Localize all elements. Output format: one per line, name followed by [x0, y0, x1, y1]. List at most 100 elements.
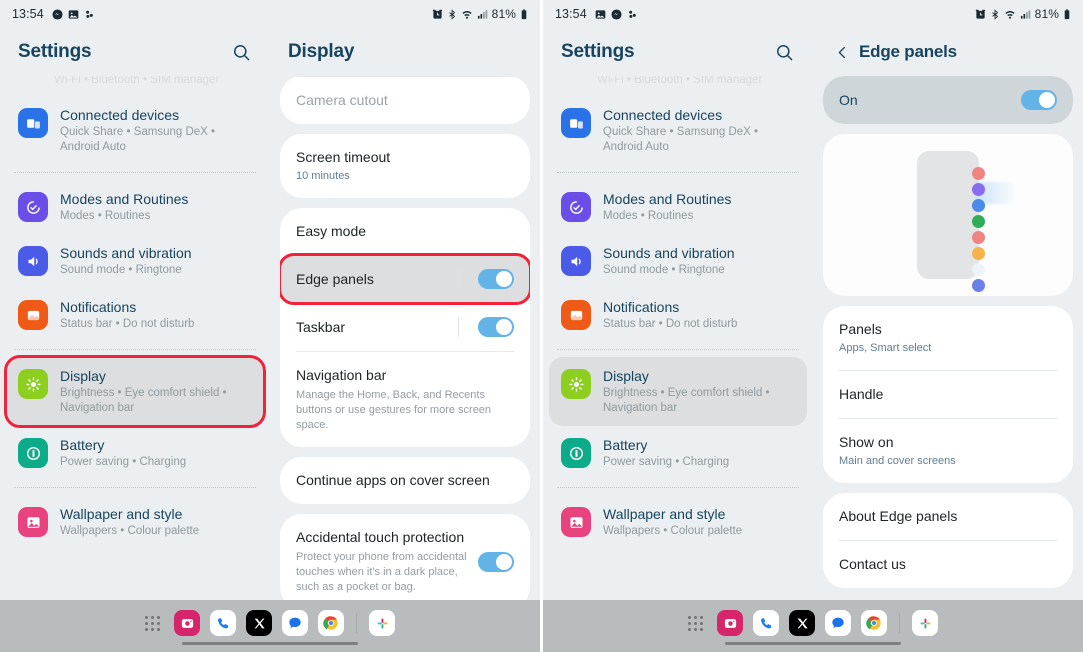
display-icon: [561, 369, 591, 399]
gesture-bar[interactable]: [725, 641, 901, 645]
list-item-screen-timeout[interactable]: Screen timeout 10 minutes: [280, 134, 530, 198]
sidebar-item-text: Display Brightness • Eye comfort shield …: [60, 367, 250, 416]
edge-panel-dots: [972, 167, 985, 292]
alarm-icon: [975, 9, 986, 20]
display-list[interactable]: Camera cutout Screen timeout 10 minutes: [270, 76, 540, 600]
sidebar-item-modes-and-routines[interactable]: Modes and Routines Modes • Routines: [549, 180, 807, 234]
phone-icon[interactable]: [753, 610, 779, 636]
edge-panel-illustration: [917, 151, 1015, 292]
sidebar-item-modes-and-routines[interactable]: Modes and Routines Modes • Routines: [6, 180, 264, 234]
wifi-icon: [1004, 9, 1016, 20]
edge-panels-list[interactable]: Panels Apps, Smart select Handle Show on…: [813, 306, 1083, 588]
list-item-edge-panels[interactable]: Edge panels: [280, 253, 530, 305]
sidebar-item-battery[interactable]: Battery Power saving • Charging: [6, 426, 264, 480]
sidebar-item-text: Notifications Status bar • Do not distur…: [603, 298, 737, 332]
chrome-icon[interactable]: [318, 610, 344, 636]
chrome-icon[interactable]: [861, 610, 887, 636]
divider: [14, 172, 256, 173]
left-panes: Settings Wi-Fi • Bluetooth • SIM manager…: [0, 28, 540, 600]
faded-row-text: Wi-Fi • Bluetooth • SIM manager: [597, 76, 763, 86]
sidebar-item-connected-devices[interactable]: Connected devices Quick Share • Samsung …: [6, 96, 264, 165]
list-item-navigation-bar[interactable]: Navigation bar Manage the Home, Back, an…: [280, 352, 530, 447]
app-grid-icon[interactable]: [688, 615, 703, 631]
instagram-icon[interactable]: [174, 610, 200, 636]
sidebar-item-display[interactable]: Display Brightness • Eye comfort shield …: [4, 355, 266, 428]
item-text: Handle: [839, 385, 1057, 404]
connected-devices-icon: [561, 108, 591, 138]
list-item-easy-mode[interactable]: Easy mode: [280, 208, 530, 255]
dock-apps: [145, 610, 395, 636]
master-switch-label: On: [839, 92, 858, 108]
search-icon[interactable]: [228, 39, 254, 65]
list-item-show-on[interactable]: Show on Main and cover screens: [823, 419, 1073, 483]
x-icon[interactable]: [246, 610, 272, 636]
app-grid-icon[interactable]: [145, 615, 160, 631]
settings-header: Settings: [543, 28, 813, 76]
sidebar-item-text: Battery Power saving • Charging: [603, 436, 729, 470]
taskbar-toggle[interactable]: [478, 317, 514, 337]
edge-panels-master-toggle[interactable]: [1021, 90, 1057, 110]
list-item-continue-apps-on-cover-screen[interactable]: Continue apps on cover screen: [280, 457, 530, 504]
list-item-contact-us[interactable]: Contact us: [823, 541, 1073, 588]
list-item-handle[interactable]: Handle: [823, 371, 1073, 418]
card-accidental-touch: Accidental touch protection Protect your…: [280, 514, 530, 600]
sidebar-item-subtitle: Status bar • Do not disturb: [60, 318, 195, 330]
messages-icon[interactable]: [282, 610, 308, 636]
messenger-icon: [611, 8, 622, 20]
item-text: Taskbar: [296, 318, 448, 337]
phone-icon[interactable]: [210, 610, 236, 636]
status-bar-right-icons: 81%: [975, 7, 1071, 21]
signal-icon: [477, 9, 488, 20]
item-value: Main and cover screens: [839, 455, 956, 467]
slack-icon[interactable]: [369, 610, 395, 636]
sidebar-item-wallpaper-and-style[interactable]: Wallpaper and style Wallpapers • Colour …: [549, 495, 807, 549]
toggle-separator: [458, 269, 459, 289]
sidebar-item-text: Connected devices Quick Share • Samsung …: [603, 106, 793, 155]
chevron-left-icon[interactable]: [831, 39, 853, 65]
settings-pane-right: Settings Wi-Fi • Bluetooth • SIM manager…: [543, 28, 813, 600]
item-label: Panels: [839, 321, 882, 337]
gesture-bar[interactable]: [182, 641, 358, 645]
item-label: Camera cutout: [296, 92, 388, 108]
sidebar-item-display[interactable]: Display Brightness • Eye comfort shield …: [549, 357, 807, 426]
item-label: Show on: [839, 434, 894, 450]
list-item-taskbar[interactable]: Taskbar: [280, 303, 530, 351]
settings-list[interactable]: Wi-Fi • Bluetooth • SIM manager Connecte…: [543, 76, 813, 555]
messages-icon[interactable]: [825, 610, 851, 636]
search-icon[interactable]: [771, 39, 797, 65]
battery-icon: [1063, 8, 1071, 20]
sidebar-item-battery[interactable]: Battery Power saving • Charging: [549, 426, 807, 480]
list-item-panels[interactable]: Panels Apps, Smart select: [823, 306, 1073, 370]
settings-list[interactable]: Wi-Fi • Bluetooth • SIM manager Connecte…: [0, 76, 270, 555]
sidebar-item-label: Battery: [603, 437, 648, 453]
sidebar-item-sounds-and-vibration[interactable]: Sounds and vibration Sound mode • Ringto…: [6, 234, 264, 288]
battery-icon: [561, 438, 591, 468]
display-page-title: Display: [288, 41, 355, 62]
sidebar-item-text: Notifications Status bar • Do not distur…: [60, 298, 194, 332]
sidebar-item-notifications[interactable]: Notifications Status bar • Do not distur…: [549, 288, 807, 342]
list-item-about-edge-panels[interactable]: About Edge panels: [823, 493, 1073, 540]
sound-icon: [18, 246, 48, 276]
list-item-camera-cutout[interactable]: Camera cutout: [280, 77, 530, 124]
sidebar-item-connected-devices[interactable]: Connected devices Quick Share • Samsung …: [549, 96, 807, 165]
edge-panels-master-switch-row[interactable]: On: [823, 76, 1073, 124]
edge-panels-toggle[interactable]: [478, 269, 514, 289]
divider: [557, 349, 799, 350]
bluetooth-icon: [447, 8, 457, 20]
sidebar-item-label: Sounds and vibration: [603, 245, 735, 261]
slack-icon[interactable]: [912, 610, 938, 636]
left-screenshot: 13:54 81% Settings Wi-Fi • Bluetooth • S…: [0, 0, 540, 652]
wifi-icon: [461, 9, 473, 20]
item-text: Screen timeout 10 minutes: [296, 148, 514, 184]
notifications-icon: [561, 300, 591, 330]
sidebar-item-notifications[interactable]: Notifications Status bar • Do not distur…: [6, 288, 264, 342]
accidental-touch-toggle[interactable]: [478, 551, 514, 572]
instagram-icon[interactable]: [717, 610, 743, 636]
sidebar-item-wallpaper-and-style[interactable]: Wallpaper and style Wallpapers • Colour …: [6, 495, 264, 549]
list-item-accidental-touch-protection[interactable]: Accidental touch protection Protect your…: [280, 514, 530, 600]
x-icon[interactable]: [789, 610, 815, 636]
sidebar-item-sounds-and-vibration[interactable]: Sounds and vibration Sound mode • Ringto…: [549, 234, 807, 288]
screenshot-pair: 13:54 81% Settings Wi-Fi • Bluetooth • S…: [0, 0, 1083, 652]
item-text: About Edge panels: [839, 507, 1057, 526]
item-text: Panels Apps, Smart select: [839, 320, 1057, 356]
